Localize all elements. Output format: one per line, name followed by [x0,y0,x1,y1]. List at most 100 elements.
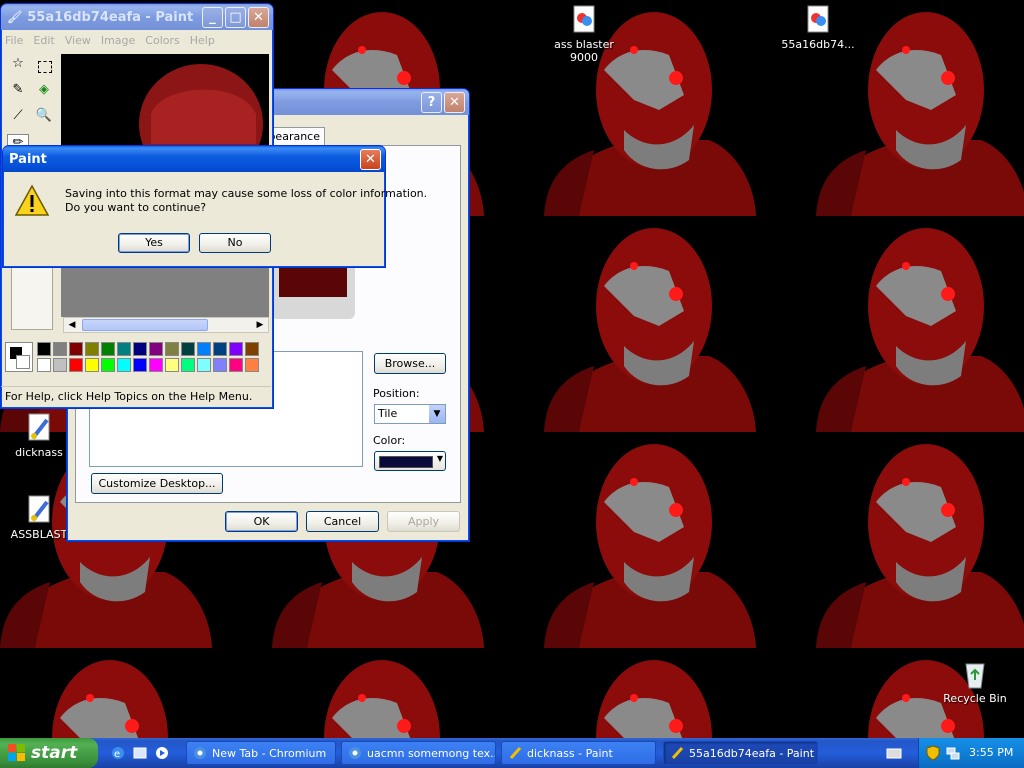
tab-appearance[interactable]: pearance [267,127,325,145]
palette-swatch[interactable] [53,358,67,372]
no-button[interactable]: No [199,233,271,253]
close-button[interactable]: ✕ [248,6,269,28]
palette-swatch[interactable] [133,358,147,372]
desktop-icon-recycle-bin[interactable]: Recycle Bin [930,658,1020,705]
position-select[interactable]: Tile ▼ [374,404,446,424]
paint-statusbar: For Help, click Help Topics on the Help … [1,386,271,406]
taskbar-item-label: uacmn somemong tex... [367,746,496,760]
palette-swatch[interactable] [213,342,227,356]
taskbar-item-chromium[interactable]: New Tab - Chromium [186,741,336,765]
desktop-icon-label: ass blaster 9000 [554,38,614,64]
dialog-title: Paint [9,151,47,167]
palette-swatch[interactable] [133,342,147,356]
palette-row-top [37,342,261,357]
menu-colors[interactable]: Colors [145,34,179,47]
scroll-right-icon[interactable]: ▶ [252,318,268,332]
palette-swatch[interactable] [117,358,131,372]
monitor-preview-screen [279,265,347,297]
cancel-button[interactable]: Cancel [306,511,379,532]
palette-swatch[interactable] [101,358,115,372]
palette-swatch[interactable] [181,358,195,372]
apply-button[interactable]: Apply [387,511,460,532]
scroll-left-icon[interactable]: ◀ [64,318,80,332]
rect-select-tool[interactable] [33,56,55,78]
desktop-icon-ass-blaster[interactable]: ass blaster 9000 [539,4,629,64]
recycle-bin-icon [959,658,991,690]
windows-logo-icon [8,744,26,762]
palette-swatch[interactable] [165,342,179,356]
palette-swatch[interactable] [213,358,227,372]
paint-file-icon [23,494,55,526]
current-colors[interactable] [5,342,33,372]
paint-titlebar[interactable]: 🖌 55a16db74eafa - Paint _ □ ✕ [1,4,273,30]
horizontal-scrollbar[interactable]: ◀ ▶ [63,317,269,333]
start-button[interactable]: start [0,738,98,768]
palette-swatch[interactable] [245,358,259,372]
palette-swatch[interactable] [165,358,179,372]
start-label: start [31,743,78,763]
taskbar-item-55a16-paint[interactable]: 55a16db74eafa - Paint [663,741,818,765]
scroll-thumb[interactable] [82,319,208,331]
keyboard-icon[interactable] [886,745,902,761]
paint-icon [508,746,522,760]
svg-text:e: e [114,749,120,760]
ok-button[interactable]: OK [225,511,298,532]
palette-swatch[interactable] [101,342,115,356]
customize-desktop-button[interactable]: Customize Desktop... [91,473,223,494]
help-button[interactable]: ? [421,91,442,113]
palette-swatch[interactable] [149,342,163,356]
quicklaunch-ie-icon[interactable]: e [110,745,126,761]
palette-swatch[interactable] [85,358,99,372]
network-icon[interactable] [945,745,961,761]
taskbar-item-chromium-2[interactable]: uacmn somemong tex... [341,741,496,765]
palette-swatch[interactable] [37,358,51,372]
magnifier-icon[interactable]: 🔍 [33,108,55,130]
palette-swatch[interactable] [85,342,99,356]
eraser-tool[interactable]: ✎ [7,82,29,104]
paint-icon [670,746,684,760]
chevron-down-icon: ▼ [436,454,443,463]
close-button[interactable]: ✕ [444,91,465,113]
paint-file-icon [23,412,55,444]
palette-swatch[interactable] [197,342,211,356]
position-select-value: Tile [378,407,398,420]
maximize-button[interactable]: □ [225,6,246,28]
browse-button[interactable]: Browse... [374,353,446,374]
free-select-tool[interactable]: ☆ [7,56,29,78]
palette-swatch[interactable] [229,342,243,356]
color-picker-button[interactable]: ▼ [374,451,446,471]
clock[interactable]: 3:55 PM [969,746,1013,759]
palette-swatch[interactable] [37,342,51,356]
palette-swatch[interactable] [229,358,243,372]
palette-swatch[interactable] [53,342,67,356]
position-label: Position: [373,387,420,400]
menu-edit[interactable]: Edit [33,34,54,47]
menu-view[interactable]: View [65,34,91,47]
security-shield-icon[interactable] [925,745,941,761]
palette-row-bottom [37,358,261,373]
quicklaunch-show-desktop-icon[interactable] [132,745,148,761]
minimize-button[interactable]: _ [202,6,223,28]
close-button[interactable]: ✕ [360,148,381,170]
quicklaunch-media-player-icon[interactable] [154,745,170,761]
fill-tool[interactable]: ◈ [33,82,55,104]
tool-options-box[interactable] [11,264,53,330]
color-picker-tool[interactable]: ⟋ [7,108,29,130]
menu-file[interactable]: File [5,34,23,47]
taskbar-item-dicknass-paint[interactable]: dicknass - Paint [501,741,656,765]
taskbar: start e New Tab - Chromium uacmn somemon… [0,738,1024,768]
menu-help[interactable]: Help [190,34,215,47]
desktop-icon-55a16[interactable]: 55a16db74... [773,4,863,51]
palette-swatch[interactable] [117,342,131,356]
palette-swatch[interactable] [149,358,163,372]
dialog-titlebar[interactable]: Paint ✕ [3,146,385,172]
menu-image[interactable]: Image [101,34,135,47]
palette-swatch[interactable] [69,358,83,372]
palette-swatch[interactable] [197,358,211,372]
palette-swatch[interactable] [181,342,195,356]
palette-swatch[interactable] [245,342,259,356]
yes-button[interactable]: Yes [118,233,190,253]
color-label: Color: [373,434,406,447]
palette-swatch[interactable] [69,342,83,356]
paint-window-title: 55a16db74eafa - Paint [27,9,194,25]
